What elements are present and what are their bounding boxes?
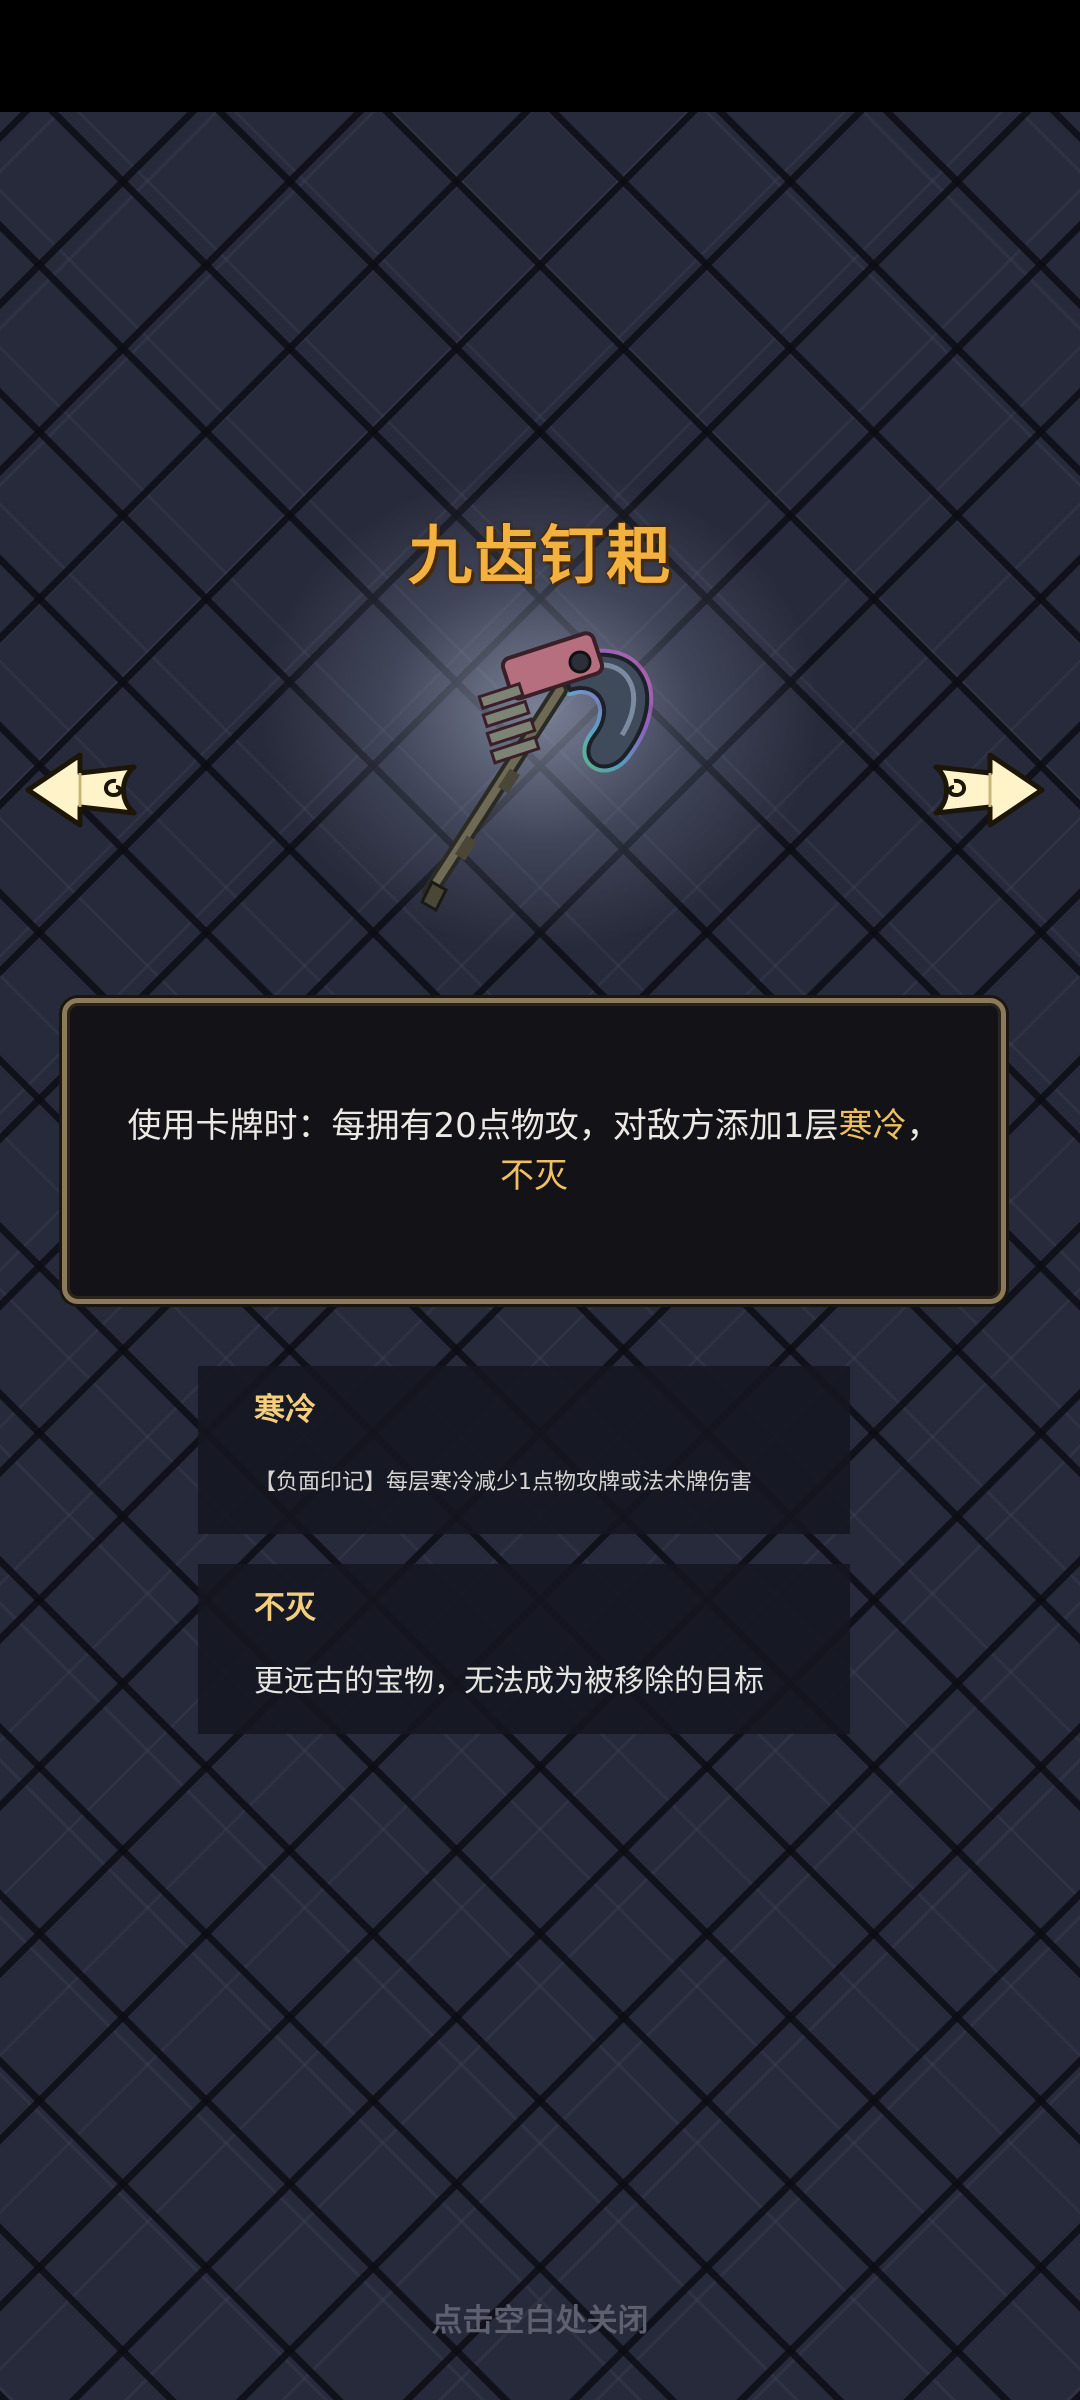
item-title: 九齿钉耙 <box>408 520 672 594</box>
next-arrow-button[interactable] <box>928 745 1048 835</box>
tooltip-body: 更远古的宝物，无法成为被移除的目标 <box>254 1664 764 1699</box>
previous-arrow-button[interactable] <box>22 745 142 835</box>
close-hint[interactable]: 点击空白处关闭 <box>0 2295 1080 2340</box>
tooltip-body: 【负面印记】每层寒冷减少1点物攻牌或法术牌伤害 <box>254 1470 752 1495</box>
description-prefix: 使用卡牌时：每拥有20点物攻，对敌方添加1层 <box>127 1106 839 1146</box>
keyword-cold: 寒冷 <box>838 1106 907 1146</box>
description-text: 使用卡牌时：每拥有20点物攻，对敌方添加1层寒冷， 不灭 <box>114 1101 954 1201</box>
keyword-undying: 不灭 <box>500 1156 568 1196</box>
keyword-tooltip-undying: 不灭 更远古的宝物，无法成为被移除的目标 <box>198 1564 850 1734</box>
nine-tooth-rake-icon <box>420 631 654 913</box>
status-bar <box>0 0 1080 112</box>
description-separator: ， <box>906 1106 941 1146</box>
tooltip-title: 不灭 <box>254 1590 316 1626</box>
keyword-tooltip-cold: 寒冷 【负面印记】每层寒冷减少1点物攻牌或法术牌伤害 <box>198 1366 850 1534</box>
relic-detail-screen[interactable]: 九齿钉耙 使用卡牌时：每拥有20点物攻，对敌方添加1层寒冷，不灭 寒冷 【负面印… <box>0 0 1080 2400</box>
tooltip-title: 寒冷 <box>254 1392 316 1428</box>
description-panel: 使用卡牌时：每拥有20点物攻，对敌方添加1层寒冷， 不灭 <box>62 998 1006 1304</box>
